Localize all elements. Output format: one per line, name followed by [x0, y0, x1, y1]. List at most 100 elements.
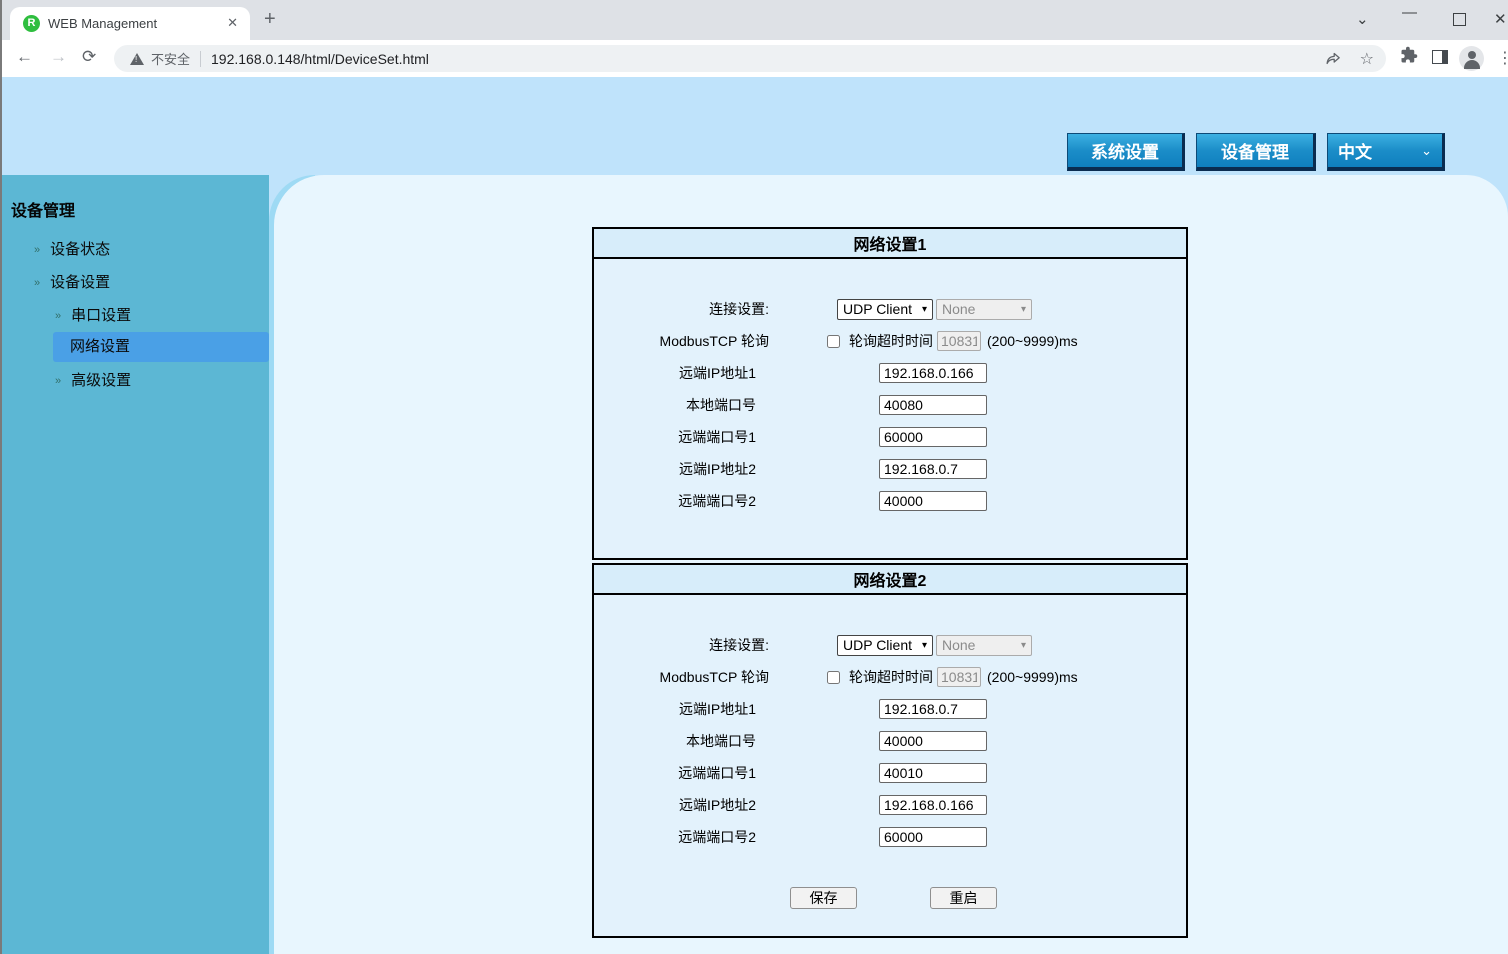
local-port-input[interactable] — [879, 395, 987, 415]
select-arrow-icon: ▾ — [922, 304, 927, 315]
avatar-body-shape — [1464, 60, 1480, 69]
panel-title: 网络设置1 — [594, 229, 1186, 259]
local-port-input[interactable] — [879, 731, 987, 751]
poll-timeout-range-hint: (200~9999)ms — [987, 669, 1078, 685]
arrow-bullet-icon: » — [34, 244, 40, 256]
local-port-label: 本地端口号 — [594, 731, 769, 751]
remote-ip1-input[interactable] — [879, 363, 987, 383]
local-port-label: 本地端口号 — [594, 395, 769, 415]
panel-title: 网络设置2 — [594, 565, 1186, 595]
side-panel-icon[interactable] — [1432, 50, 1448, 64]
browser-menu-kebab-icon[interactable]: ⋮ — [1497, 48, 1508, 68]
sidebar: 设备管理 » 设备状态 » 设备设置 » 串口设置 网络设置 » 高级设置 — [2, 175, 269, 954]
select-arrow-icon: ▾ — [922, 640, 927, 651]
avatar-head-shape — [1468, 51, 1476, 59]
system-settings-button[interactable]: 系统设置 — [1067, 133, 1185, 171]
profile-avatar[interactable] — [1459, 46, 1484, 71]
browser-tab-bar: R WEB Management ✕ + ⌄ — ✕ — [2, 0, 1508, 40]
select-arrow-icon: ▾ — [1021, 640, 1026, 651]
remote-ip2-label: 远端IP地址2 — [594, 459, 769, 479]
not-secure-warning-icon: ! — [130, 53, 144, 65]
poll-timeout-input — [937, 331, 981, 351]
chevron-down-icon: ⌄ — [1421, 143, 1432, 159]
main-content-area: 网络设置1 连接设置: UDP Client ▾ None ▾ ModbusTC… — [274, 175, 1508, 954]
connection-sub-value: None — [942, 637, 975, 653]
modbus-poll-label: ModbusTCP 轮询 — [594, 331, 769, 351]
browser-toolbar: ← → ⟳ ! 不安全 192.168.0.148/html/DeviceSet… — [2, 40, 1508, 77]
sidebar-item-serial-settings[interactable]: » 串口设置 — [55, 304, 131, 325]
remote-port2-input[interactable] — [879, 491, 987, 511]
poll-timeout-label: 轮询超时时间 — [849, 667, 933, 687]
connection-sub-select: None ▾ — [936, 635, 1032, 656]
remote-port2-label: 远端端口号2 — [594, 491, 769, 511]
sidebar-item-label: 网络设置 — [70, 338, 130, 355]
sidebar-title: 设备管理 — [11, 197, 75, 221]
poll-timeout-label: 轮询超时时间 — [849, 331, 933, 351]
connection-mode-select[interactable]: UDP Client ▾ — [837, 635, 933, 656]
url-divider — [200, 51, 201, 67]
language-select-value: 中文 — [1338, 138, 1372, 163]
connection-mode-value: UDP Client — [843, 637, 912, 653]
remote-ip2-input[interactable] — [879, 459, 987, 479]
connection-setting-label: 连接设置: — [594, 299, 769, 319]
select-arrow-icon: ▾ — [1021, 304, 1026, 315]
sidebar-item-label: 设备状态 — [50, 241, 110, 258]
page-background: 系统设置 设备管理 中文 ⌄ 设备管理 » 设备状态 » 设备设置 » 串口设置 网络… — [2, 77, 1508, 954]
network-settings-panel-1: 网络设置1 连接设置: UDP Client ▾ None ▾ ModbusTC… — [592, 227, 1188, 560]
modbus-poll-checkbox[interactable] — [827, 335, 840, 348]
sidebar-item-label: 高级设置 — [71, 372, 131, 389]
sidebar-item-network-settings-selected[interactable]: 网络设置 — [53, 332, 269, 362]
connection-sub-value: None — [942, 301, 975, 317]
tab-title: WEB Management — [48, 16, 157, 31]
remote-ip2-input[interactable] — [879, 795, 987, 815]
bookmark-star-icon[interactable]: ☆ — [1360, 49, 1374, 69]
url-text[interactable]: 192.168.0.148/html/DeviceSet.html — [211, 51, 1307, 67]
new-tab-button[interactable]: + — [264, 8, 276, 31]
language-select[interactable]: 中文 ⌄ — [1327, 133, 1445, 171]
save-button[interactable]: 保存 — [790, 887, 857, 909]
forward-button[interactable]: → — [50, 47, 67, 67]
remote-port1-input[interactable] — [879, 763, 987, 783]
remote-port1-label: 远端端口号1 — [594, 763, 769, 783]
sidebar-item-advanced-settings[interactable]: » 高级设置 — [55, 369, 131, 390]
poll-timeout-range-hint: (200~9999)ms — [987, 333, 1078, 349]
modbus-poll-label: ModbusTCP 轮询 — [594, 667, 769, 687]
modbus-poll-checkbox[interactable] — [827, 671, 840, 684]
remote-ip1-label: 远端IP地址1 — [594, 699, 769, 719]
window-close-button[interactable]: ✕ — [1494, 10, 1507, 28]
sidebar-item-label: 串口设置 — [71, 307, 131, 324]
arrow-bullet-icon: » — [55, 375, 61, 387]
address-bar[interactable]: ! 不安全 192.168.0.148/html/DeviceSet.html … — [114, 45, 1386, 72]
remote-ip1-input[interactable] — [879, 699, 987, 719]
sidebar-item-device-settings[interactable]: » 设备设置 — [34, 271, 110, 292]
favicon-icon: R — [23, 15, 40, 32]
device-management-button[interactable]: 设备管理 — [1196, 133, 1316, 171]
arrow-bullet-icon: » — [55, 310, 61, 322]
network-settings-panel-2: 网络设置2 连接设置: UDP Client ▾ None ▾ ModbusTC… — [592, 563, 1188, 938]
connection-sub-select: None ▾ — [936, 299, 1032, 320]
back-button[interactable]: ← — [16, 47, 33, 67]
remote-ip2-label: 远端IP地址2 — [594, 795, 769, 815]
remote-port2-label: 远端端口号2 — [594, 827, 769, 847]
reload-button[interactable]: ⟳ — [82, 47, 96, 67]
extensions-puzzle-icon[interactable] — [1400, 46, 1418, 64]
arrow-bullet-icon: » — [34, 277, 40, 289]
remote-port2-input[interactable] — [879, 827, 987, 847]
remote-ip1-label: 远端IP地址1 — [594, 363, 769, 383]
connection-setting-label: 连接设置: — [594, 635, 769, 655]
sidebar-item-device-status[interactable]: » 设备状态 — [34, 238, 110, 259]
restart-button[interactable]: 重启 — [930, 887, 997, 909]
connection-mode-value: UDP Client — [843, 301, 912, 317]
browser-tab[interactable]: R WEB Management ✕ — [10, 7, 250, 40]
connection-mode-select[interactable]: UDP Client ▾ — [837, 299, 933, 320]
tab-search-chevron-icon[interactable]: ⌄ — [1356, 10, 1369, 28]
share-icon[interactable] — [1325, 50, 1342, 67]
poll-timeout-input — [937, 667, 981, 687]
security-label: 不安全 — [151, 49, 190, 68]
remote-port1-input[interactable] — [879, 427, 987, 447]
remote-port1-label: 远端端口号1 — [594, 427, 769, 447]
sidebar-item-label: 设备设置 — [50, 274, 110, 291]
window-minimize-button[interactable]: — — [1402, 4, 1417, 21]
window-maximize-button[interactable] — [1453, 13, 1466, 26]
tab-close-icon[interactable]: ✕ — [227, 15, 238, 31]
